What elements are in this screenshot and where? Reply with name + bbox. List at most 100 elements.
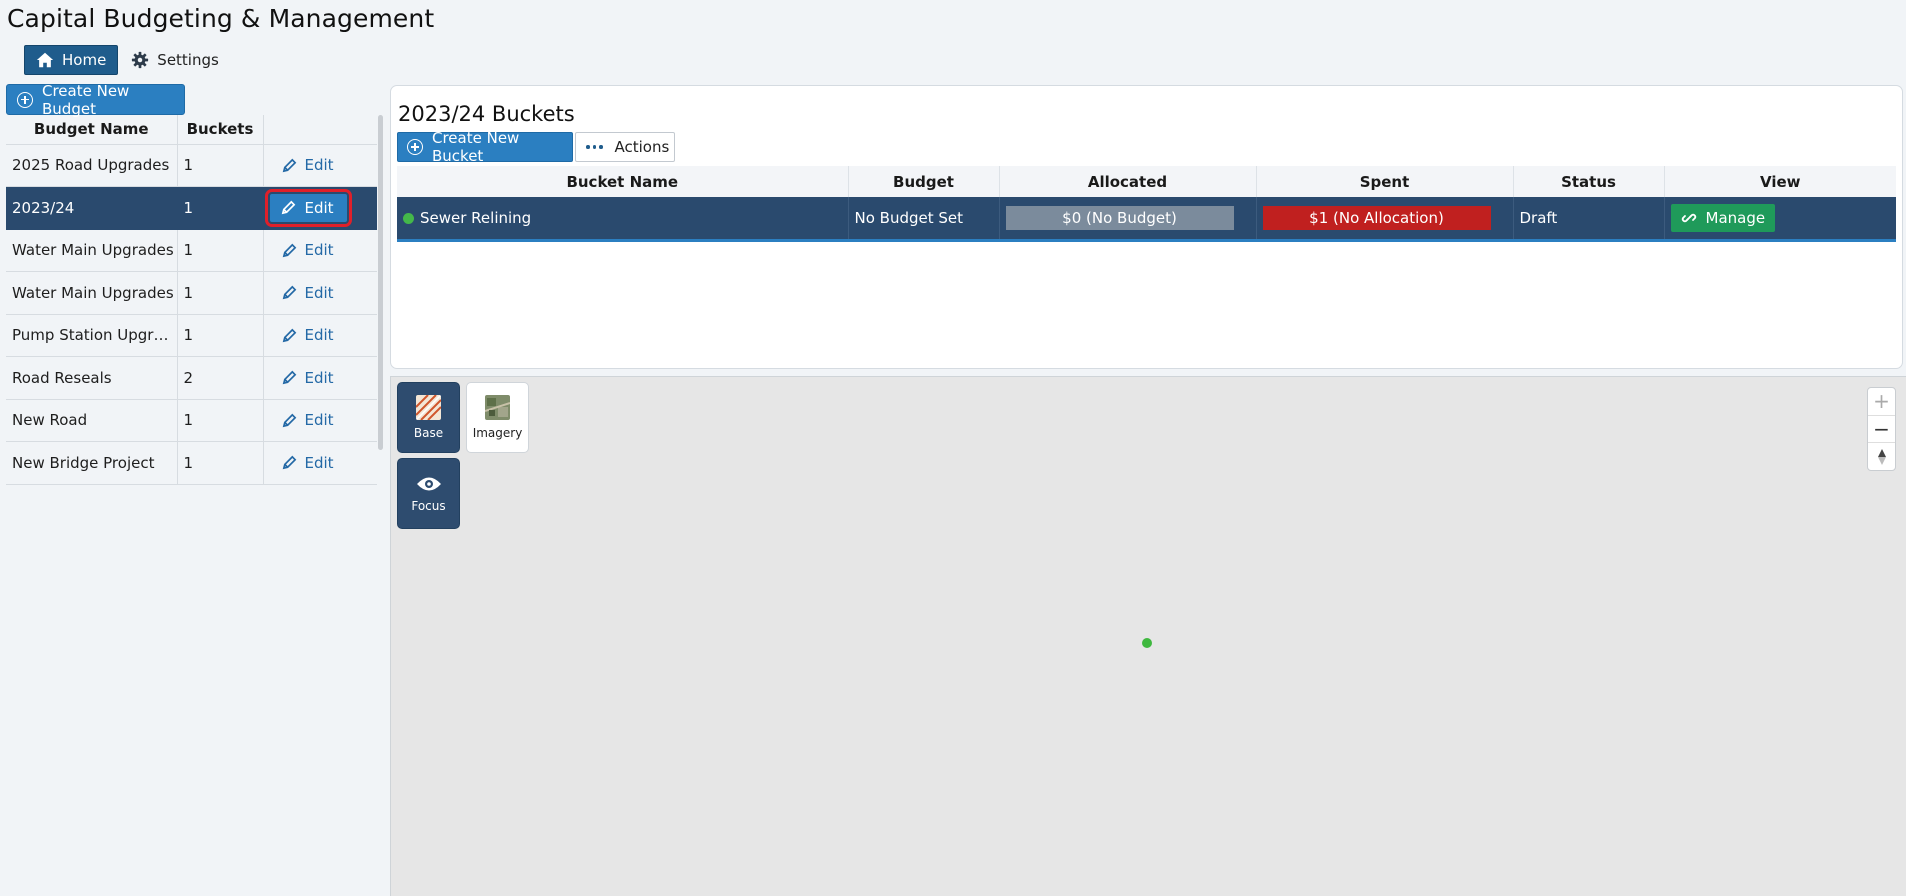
bucket-table: Bucket Name Budget Allocated Spent Statu… — [397, 166, 1896, 242]
compass-reset-button[interactable] — [1868, 443, 1895, 470]
layer-imagery-button[interactable]: Imagery — [466, 382, 529, 453]
spent-badge: $1 (No Allocation) — [1262, 205, 1491, 230]
budget-name: Water Main Upgrades — [6, 271, 178, 315]
column-header-budget[interactable]: Budget — [848, 166, 1000, 197]
status-dot-icon — [403, 212, 414, 224]
focus-button[interactable]: Focus — [397, 458, 460, 529]
edit-label: Edit — [304, 368, 334, 387]
create-bucket-label: Create New Bucket — [432, 129, 520, 165]
budget-row[interactable]: Water Main Upgrades 1 Edit — [6, 271, 377, 315]
link-icon — [1681, 213, 1696, 222]
bucket-budget: No Budget Set — [848, 197, 1000, 242]
budget-bucket-count: 1 — [177, 271, 264, 315]
map-marker[interactable] — [1142, 638, 1152, 648]
zoom-out-button[interactable]: − — [1868, 416, 1895, 444]
zoom-in-button[interactable]: + — [1868, 388, 1895, 416]
edit-label: Edit — [304, 198, 334, 217]
pencil-icon — [282, 243, 296, 258]
budget-row[interactable]: 2025 Road Upgrades 1 Edit — [6, 144, 377, 187]
edit-button[interactable]: Edit — [264, 188, 352, 227]
sidebar-scrollbar[interactable] — [378, 115, 383, 450]
layer-base-button[interactable]: Base — [397, 382, 460, 453]
budget-row[interactable]: New Road 1 Edit — [6, 399, 377, 442]
budget-bucket-count: 1 — [177, 441, 264, 485]
home-icon — [36, 52, 54, 68]
edit-button[interactable]: Edit — [270, 321, 342, 349]
edit-button[interactable]: Edit — [270, 364, 342, 392]
budget-name: 2025 Road Upgrades — [6, 144, 178, 187]
pencil-icon — [282, 413, 296, 428]
column-header-actions — [263, 115, 377, 145]
budget-bucket-count: 2 — [177, 356, 264, 400]
budget-bucket-count: 1 — [177, 229, 264, 272]
pencil-icon — [282, 370, 296, 385]
budget-name: New Road — [6, 399, 178, 442]
column-header-allocated[interactable]: Allocated — [999, 166, 1257, 197]
edit-label: Edit — [304, 156, 334, 175]
nav-home[interactable]: Home — [24, 45, 119, 75]
budget-row[interactable]: Water Main Upgrades 1 Edit — [6, 229, 377, 272]
edit-label: Edit — [304, 453, 334, 472]
edit-button[interactable]: Edit — [270, 449, 342, 477]
nav-settings-label: Settings — [157, 51, 219, 69]
focus-label: Focus — [411, 498, 446, 513]
pencil-icon — [281, 200, 295, 215]
nav-settings[interactable]: Settings — [120, 45, 230, 75]
manage-label: Manage — [1705, 208, 1766, 227]
budget-row[interactable]: New Bridge Project 1 Edit — [6, 441, 377, 485]
actions-button[interactable]: Actions — [575, 132, 675, 162]
nav-home-label: Home — [62, 51, 107, 69]
pencil-icon — [282, 328, 296, 343]
manage-button[interactable]: Manage — [1670, 203, 1776, 232]
buckets-title: 2023/24 Buckets — [398, 102, 575, 126]
edit-label: Edit — [304, 326, 334, 345]
budget-bucket-count: 1 — [177, 144, 264, 187]
create-budget-button[interactable]: Create New Budget — [6, 81, 185, 118]
plus-circle-icon — [407, 139, 423, 155]
pencil-icon — [282, 455, 296, 470]
edit-label: Edit — [304, 283, 334, 302]
column-header-bucket-name[interactable]: Bucket Name — [397, 166, 849, 197]
main-nav: Home Settings — [24, 45, 230, 75]
create-budget-label: Create New Budget — [42, 81, 130, 118]
column-header-status[interactable]: Status — [1513, 166, 1665, 197]
budget-row[interactable]: Pump Station Upgrades 1 Edit — [6, 314, 377, 357]
imagery-thumbnail-icon — [485, 395, 510, 420]
buckets-panel: 2023/24 Buckets Create New Bucket Action… — [390, 85, 1903, 369]
layer-imagery-label: Imagery — [472, 426, 523, 440]
budget-row-selected[interactable]: 2023/24 1 Edit — [6, 186, 377, 230]
actions-label: Actions — [614, 138, 670, 156]
budget-name: Pump Station Upgrades — [6, 314, 178, 357]
pencil-icon — [282, 285, 296, 300]
app-title: Capital Budgeting & Management — [7, 4, 435, 33]
budget-name: New Bridge Project — [6, 441, 178, 485]
edit-button[interactable]: Edit — [270, 406, 342, 434]
compass-icon — [1877, 448, 1886, 465]
more-dots-icon — [586, 145, 603, 149]
edit-button[interactable]: Edit — [270, 236, 342, 264]
create-bucket-button[interactable]: Create New Bucket — [397, 129, 573, 165]
allocated-badge: $0 (No Budget) — [1005, 205, 1234, 230]
bucket-row-selected[interactable]: Sewer Relining No Budget Set $0 (No Budg… — [397, 197, 1896, 242]
bucket-name: Sewer Relining — [420, 208, 532, 227]
budget-list-panel: Budget Name Buckets 2025 Road Upgrades 1… — [6, 115, 378, 896]
edit-label: Edit — [304, 241, 334, 260]
edit-button[interactable]: Edit — [270, 279, 342, 307]
edit-label: Edit — [304, 411, 334, 430]
layer-base-label: Base — [413, 426, 444, 440]
edit-button[interactable]: Edit — [270, 151, 342, 179]
map-view[interactable]: Base Imagery Focus + − — [390, 376, 1906, 896]
column-header-buckets[interactable]: Buckets — [177, 115, 264, 145]
budget-name: 2023/24 — [6, 186, 178, 230]
budget-table: Budget Name Buckets 2025 Road Upgrades 1… — [6, 115, 377, 485]
gear-icon — [132, 51, 149, 69]
budget-bucket-count: 1 — [177, 186, 264, 230]
bucket-status: Draft — [1513, 197, 1665, 242]
base-map-thumbnail-icon — [416, 395, 441, 420]
plus-circle-icon — [17, 91, 33, 108]
budget-name: Water Main Upgrades — [6, 229, 178, 272]
column-header-spent[interactable]: Spent — [1256, 166, 1514, 197]
budget-row[interactable]: Road Reseals 2 Edit — [6, 356, 377, 400]
budget-bucket-count: 1 — [177, 399, 264, 442]
column-header-budget-name[interactable]: Budget Name — [6, 115, 178, 145]
